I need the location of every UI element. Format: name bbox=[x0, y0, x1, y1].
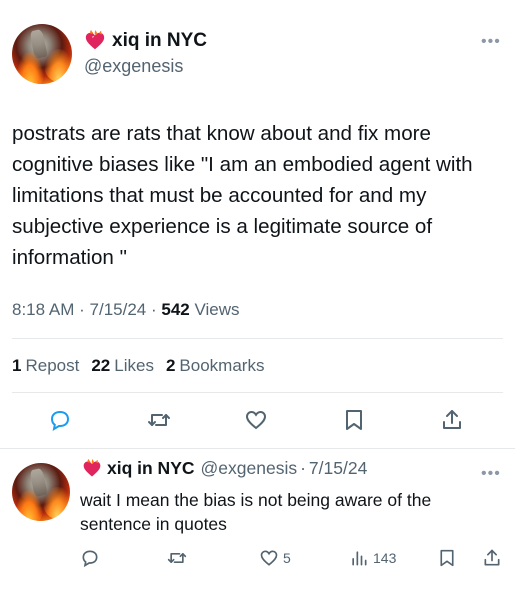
author-name-row: xiq in NYC bbox=[84, 30, 207, 52]
divider bbox=[12, 392, 503, 393]
reply-button[interactable] bbox=[48, 408, 72, 432]
reply-date[interactable]: 7/15/24 bbox=[309, 458, 367, 479]
meta-separator: · bbox=[300, 458, 306, 478]
reply-icon bbox=[48, 408, 72, 432]
main-tweet: xiq in NYC @exgenesis ••• postrats are r… bbox=[0, 0, 515, 448]
views-icon bbox=[349, 548, 369, 568]
likes-label: Likes bbox=[114, 356, 154, 375]
handle[interactable]: @exgenesis bbox=[84, 56, 183, 77]
bookmark-icon bbox=[438, 548, 456, 568]
like-icon bbox=[244, 408, 268, 432]
like-icon bbox=[259, 548, 279, 568]
reply-icon bbox=[80, 548, 100, 568]
tweet-text: postrats are rats that know about and fi… bbox=[12, 122, 473, 269]
bookmarks-label: Bookmarks bbox=[179, 356, 265, 375]
display-name[interactable]: xiq in NYC bbox=[107, 458, 195, 479]
bookmark-button[interactable] bbox=[438, 548, 456, 568]
reply-text: wait I mean the bias is not being aware … bbox=[80, 490, 432, 534]
more-horizontal-icon[interactable]: ••• bbox=[481, 34, 501, 50]
share-icon bbox=[482, 548, 502, 568]
bookmark-button[interactable] bbox=[343, 408, 365, 432]
display-name[interactable]: xiq in NYC bbox=[112, 30, 207, 52]
bookmarks-stat[interactable]: 2 Bookmarks bbox=[166, 356, 265, 376]
repost-icon bbox=[146, 408, 172, 432]
repost-icon bbox=[166, 548, 188, 568]
divider bbox=[12, 338, 503, 339]
likes-count: 22 bbox=[91, 356, 111, 375]
like-button[interactable] bbox=[244, 408, 268, 432]
tweet-meta: 8:18 AM · 7/15/24 · 542 Views bbox=[12, 300, 240, 320]
avatar[interactable] bbox=[12, 24, 72, 84]
avatar[interactable] bbox=[12, 463, 70, 521]
views-button[interactable]: 143 bbox=[349, 548, 396, 568]
tweet-time[interactable]: 8:18 AM bbox=[12, 300, 74, 319]
share-button[interactable] bbox=[482, 548, 502, 568]
meta-separator: · bbox=[150, 300, 157, 319]
views-count: 143 bbox=[373, 550, 397, 566]
handle[interactable]: @exgenesis bbox=[201, 458, 298, 479]
share-icon bbox=[440, 408, 464, 432]
reposts-stat[interactable]: 1 Repost bbox=[12, 356, 79, 376]
repost-button[interactable] bbox=[166, 548, 188, 568]
more-horizontal-icon[interactable]: ••• bbox=[481, 466, 501, 482]
engagement-stats: 1 Repost 22 Likes 2 Bookmarks bbox=[12, 356, 264, 376]
reply-author-row: xiq in NYC @exgenesis · 7/15/24 bbox=[82, 458, 367, 479]
reposts-label: Repost bbox=[25, 356, 80, 375]
like-button[interactable]: 5 bbox=[259, 548, 291, 568]
meta-separator: · bbox=[79, 300, 85, 319]
share-button[interactable] bbox=[440, 408, 464, 432]
views-count: 542 bbox=[161, 300, 190, 319]
repost-button[interactable] bbox=[146, 408, 172, 432]
likes-count: 5 bbox=[283, 550, 291, 566]
bookmark-icon bbox=[343, 408, 365, 432]
views-label: Views bbox=[194, 300, 240, 319]
reposts-count: 1 bbox=[12, 356, 22, 375]
tweet-separator bbox=[0, 448, 515, 449]
likes-stat[interactable]: 22 Likes bbox=[91, 356, 154, 376]
flaming-heart-icon bbox=[84, 30, 106, 52]
tweet-date[interactable]: 7/15/24 bbox=[90, 300, 147, 319]
flaming-heart-icon bbox=[82, 458, 102, 479]
bookmarks-count: 2 bbox=[165, 356, 176, 375]
reply-button[interactable] bbox=[80, 548, 100, 568]
